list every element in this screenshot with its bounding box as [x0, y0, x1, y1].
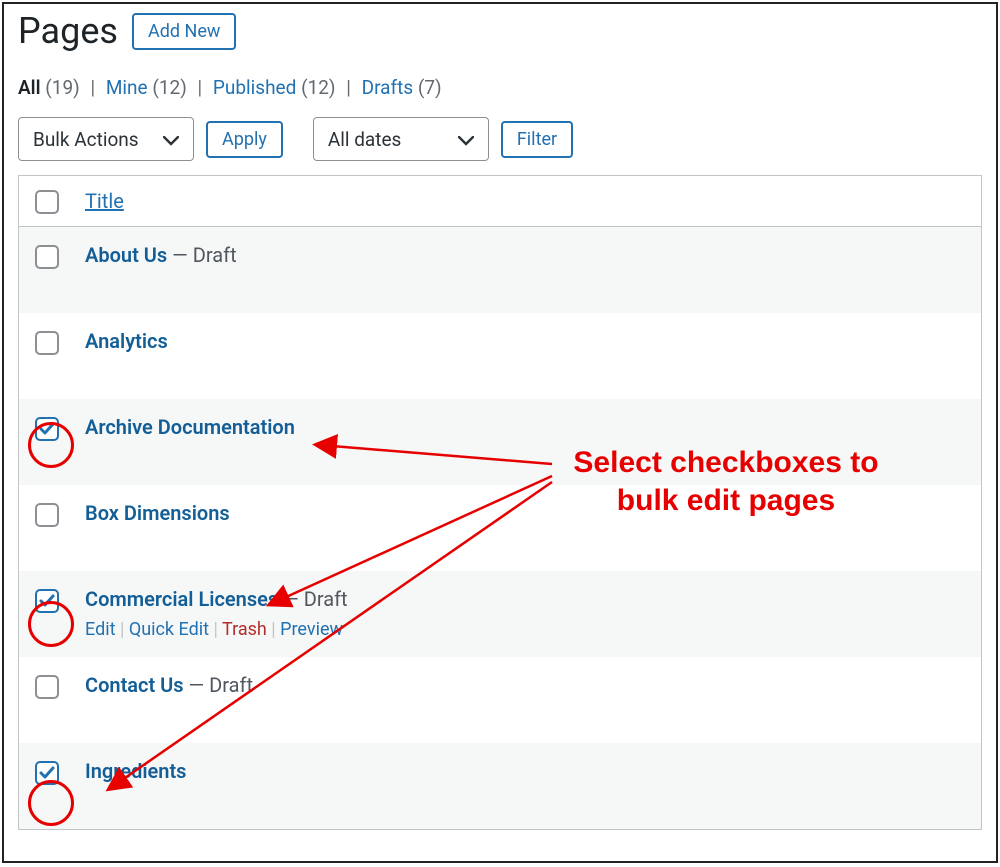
filter-drafts[interactable]: Drafts — [362, 76, 414, 99]
chevron-down-icon — [458, 128, 474, 151]
apply-button[interactable]: Apply — [206, 121, 283, 158]
page-title-link[interactable]: Box Dimensions — [85, 501, 230, 525]
filter-button[interactable]: Filter — [501, 121, 573, 158]
page-frame: Pages Add New All (19) | Mine (12) | Pub… — [2, 2, 998, 863]
table-header: Title — [19, 176, 981, 227]
all-dates-label: All dates — [328, 128, 402, 151]
status-badge: Draft — [209, 673, 253, 697]
bulk-actions-label: Bulk Actions — [33, 128, 139, 151]
bulk-actions-select[interactable]: Bulk Actions — [18, 117, 194, 161]
filter-sep: | — [192, 76, 209, 99]
action-sep: | — [267, 619, 280, 640]
table-row: Ingredients — [19, 743, 981, 829]
row-cell: Contact Us — Draft — [85, 673, 965, 697]
select-all-checkbox[interactable] — [35, 190, 59, 214]
toolbar: Bulk Actions Apply All dates Filter — [18, 117, 982, 161]
all-dates-select[interactable]: All dates — [313, 117, 489, 161]
status-badge: Draft — [304, 587, 348, 611]
quick-edit-link[interactable]: Quick Edit — [129, 619, 209, 640]
title-column-header[interactable]: Title — [85, 189, 124, 213]
page-title-link[interactable]: Archive Documentation — [85, 415, 295, 439]
row-checkbox[interactable] — [35, 675, 59, 699]
page-title-link[interactable]: Ingredients — [85, 759, 186, 783]
status-sep: — — [278, 587, 304, 611]
table-row: Contact Us — Draft — [19, 657, 981, 743]
filter-all[interactable]: All — [18, 76, 41, 99]
row-checkbox[interactable] — [35, 589, 59, 613]
status-sep: — — [167, 243, 193, 267]
row-cell: About Us — Draft — [85, 243, 965, 267]
row-cell: Commercial Licenses — Draft Edit | Quick … — [85, 587, 965, 640]
filter-all-count: (19) — [45, 76, 79, 99]
page-title-link[interactable]: Contact Us — [85, 673, 184, 697]
row-checkbox[interactable] — [35, 245, 59, 269]
page-title-link[interactable]: Analytics — [85, 329, 168, 353]
action-sep: | — [115, 619, 128, 640]
action-sep: | — [209, 619, 222, 640]
filter-mine[interactable]: Mine — [106, 76, 148, 99]
page-title-link[interactable]: Commercial Licenses — [85, 587, 278, 611]
edit-link[interactable]: Edit — [85, 619, 115, 640]
trash-link[interactable]: Trash — [222, 619, 267, 640]
row-cell: Ingredients — [85, 759, 965, 783]
filter-drafts-count: (7) — [418, 76, 442, 99]
row-checkbox[interactable] — [35, 331, 59, 355]
filter-mine-count: (12) — [152, 76, 186, 99]
row-checkbox[interactable] — [35, 503, 59, 527]
add-new-button[interactable]: Add New — [132, 13, 236, 50]
page-title-link[interactable]: About Us — [85, 243, 167, 267]
row-cell: Analytics — [85, 329, 965, 353]
page-title: Pages — [18, 10, 118, 52]
table-row: Commercial Licenses — Draft Edit | Quick … — [19, 571, 981, 657]
annotation-text: Select checkboxes to bulk edit pages — [556, 444, 896, 519]
status-badge: Draft — [193, 243, 237, 267]
row-checkbox[interactable] — [35, 417, 59, 441]
table-row: Analytics — [19, 313, 981, 399]
table-row: About Us — Draft — [19, 227, 981, 313]
header: Pages Add New — [18, 4, 982, 52]
row-actions: Edit | Quick Edit | Trash | Preview — [85, 619, 965, 640]
filter-links: All (19) | Mine (12) | Published (12) | … — [18, 76, 982, 99]
chevron-down-icon — [163, 128, 179, 151]
row-cell: Archive Documentation — [85, 415, 965, 439]
filter-sep: | — [84, 76, 101, 99]
row-checkbox[interactable] — [35, 761, 59, 785]
filter-published-count: (12) — [301, 76, 335, 99]
preview-link[interactable]: Preview — [280, 619, 343, 640]
filter-published[interactable]: Published — [213, 76, 296, 99]
status-sep: — — [184, 673, 210, 697]
filter-sep: | — [340, 76, 357, 99]
